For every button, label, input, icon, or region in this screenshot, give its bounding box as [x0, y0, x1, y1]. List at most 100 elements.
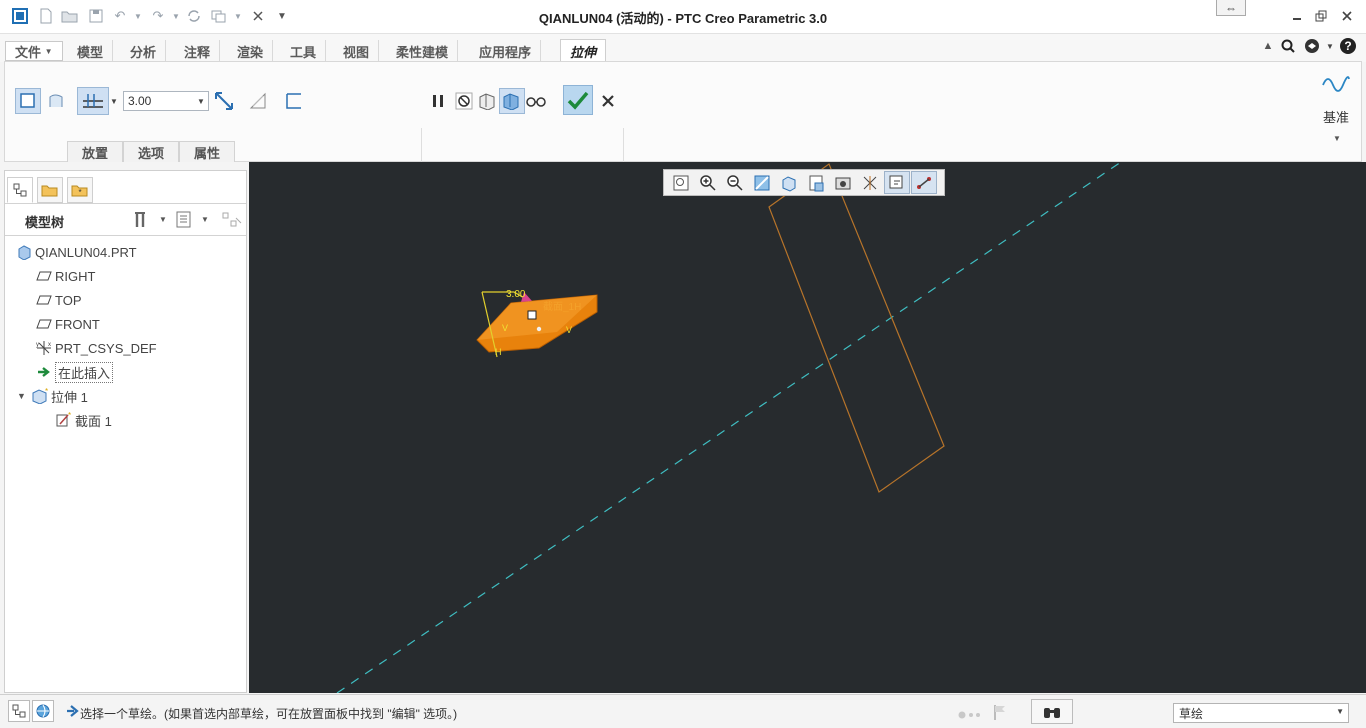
- connected-preview-icon[interactable]: [499, 88, 525, 114]
- settings-dropdown-icon[interactable]: ▼: [159, 215, 167, 224]
- depth-value-dropdown-icon[interactable]: ▼: [193, 91, 209, 111]
- part-icon: [15, 244, 33, 260]
- ok-checkmark-icon[interactable]: [563, 85, 593, 115]
- open-icon[interactable]: [60, 6, 80, 26]
- selection-filter-select[interactable]: 草绘 ▼: [1173, 703, 1349, 723]
- close-window-icon[interactable]: [248, 6, 268, 26]
- tree-item-part[interactable]: QIANLUN04.PRT: [15, 241, 137, 263]
- tab-flexible-modeling[interactable]: 柔性建模: [387, 40, 459, 62]
- drag-handle-square[interactable]: [527, 310, 537, 320]
- filter-dropdown-icon[interactable]: ▼: [1336, 707, 1344, 716]
- tree-item-extrude[interactable]: ▼ * 拉伸 1: [17, 385, 88, 407]
- tree-item-front-plane[interactable]: FRONT: [35, 313, 100, 335]
- help-icon[interactable]: ?: [1338, 36, 1358, 56]
- no-preview-icon[interactable]: [451, 88, 477, 114]
- tab-file[interactable]: 文件 ▼: [5, 41, 63, 61]
- model-canvas[interactable]: [249, 162, 1366, 693]
- datum-icon[interactable]: [1319, 68, 1353, 100]
- show-navigator-icon[interactable]: [8, 700, 30, 722]
- tab-view[interactable]: 视图: [334, 40, 380, 62]
- app-icon[interactable]: [10, 6, 30, 26]
- tree-item-csys[interactable]: yx PRT_CSYS_DEF: [35, 337, 157, 359]
- datum-label[interactable]: 基准: [1315, 107, 1357, 126]
- save-icon[interactable]: [86, 6, 106, 26]
- windows-dropdown-icon[interactable]: ▼: [228, 6, 248, 26]
- undo-dropdown-icon[interactable]: ▼: [128, 6, 148, 26]
- display-style-icon[interactable]: [776, 171, 802, 194]
- model-tree-tab-icon[interactable]: [7, 177, 33, 203]
- datum-display-icon[interactable]: [857, 171, 883, 194]
- refit-icon[interactable]: [668, 171, 694, 194]
- settings-tools-icon[interactable]: [129, 207, 155, 233]
- ribbon-tab-bar: 文件 ▼ 模型 分析 注释 渲染 工具 视图 柔性建模 应用程序 拉伸 ▲ ▼ …: [0, 34, 1366, 62]
- show-dropdown-icon[interactable]: ▼: [201, 215, 209, 224]
- depth-dimension-label[interactable]: 3.00: [506, 289, 525, 300]
- view-manager-icon[interactable]: [830, 171, 856, 194]
- zoom-in-icon[interactable]: [695, 171, 721, 194]
- regen-flag-icon[interactable]: [992, 703, 1008, 724]
- restore-icon[interactable]: [1310, 6, 1332, 26]
- search-icon[interactable]: [1278, 36, 1298, 56]
- remove-material-icon[interactable]: [245, 88, 271, 114]
- datum-dropdown-icon[interactable]: ▼: [1331, 134, 1343, 143]
- sketch-view-icon[interactable]: [884, 171, 910, 194]
- tab-annotate[interactable]: 注释: [175, 40, 221, 62]
- datum-axis-line: [336, 162, 1122, 693]
- minimize-icon[interactable]: [1286, 6, 1308, 26]
- extrude-solid-icon[interactable]: [15, 88, 41, 114]
- tree-item-top-plane[interactable]: TOP: [35, 289, 82, 311]
- thicken-sketch-icon[interactable]: [281, 88, 307, 114]
- community-dropdown-icon[interactable]: ▼: [1320, 36, 1340, 56]
- redo-icon[interactable]: ↷: [148, 6, 168, 26]
- cancel-x-icon[interactable]: [595, 88, 621, 114]
- coordinate-system-icon: yx: [35, 340, 53, 356]
- find-binoculars-icon[interactable]: [1031, 699, 1073, 724]
- tab-applications[interactable]: 应用程序: [470, 40, 542, 62]
- tree-item-section[interactable]: * 截面 1: [55, 409, 112, 431]
- undo-icon[interactable]: ↶: [110, 6, 130, 26]
- view-toolbar: [663, 169, 945, 196]
- zoom-out-icon[interactable]: [722, 171, 748, 194]
- verify-mode-icon[interactable]: [523, 88, 549, 114]
- windows-icon[interactable]: [208, 6, 228, 26]
- tab-render[interactable]: 渲染: [228, 40, 274, 62]
- saved-orientations-icon[interactable]: [803, 171, 829, 194]
- show-options-icon[interactable]: [171, 207, 197, 233]
- repaint-icon[interactable]: [749, 171, 775, 194]
- window-title: QIANLUN04 (活动的) - PTC Creo Parametric 3.…: [538, 11, 828, 26]
- depth-options-dropdown-icon[interactable]: ▼: [108, 91, 120, 111]
- extrude-surface-icon[interactable]: [43, 88, 69, 114]
- regenerate-icon[interactable]: [184, 6, 204, 26]
- favorites-tab-icon[interactable]: *: [67, 177, 93, 203]
- customize-toolbar-icon[interactable]: ▼: [272, 6, 292, 26]
- separate-preview-icon[interactable]: [475, 88, 501, 114]
- tab-model[interactable]: 模型: [68, 40, 114, 62]
- folder-browser-tab-icon[interactable]: [37, 177, 63, 203]
- tree-item-insert-here[interactable]: 在此插入: [35, 361, 114, 383]
- new-icon[interactable]: [36, 6, 56, 26]
- collapse-ribbon-icon[interactable]: ⇔: [1216, 0, 1246, 16]
- redo-dropdown-icon[interactable]: ▼: [166, 6, 186, 26]
- expand-arrow-icon[interactable]: ▼: [17, 391, 31, 401]
- ribbon-panel: ▼ ▼ 放置 选项 属性 基准 ▼: [4, 61, 1362, 162]
- tab-tools[interactable]: 工具: [281, 40, 327, 62]
- pause-icon[interactable]: [425, 88, 451, 114]
- subtab-options[interactable]: 选项: [123, 141, 179, 162]
- community-icon[interactable]: [1302, 36, 1322, 56]
- datum-plane-outline[interactable]: [768, 163, 945, 493]
- tree-filter-icon[interactable]: [219, 207, 245, 233]
- tab-analysis[interactable]: 分析: [121, 40, 167, 62]
- flip-direction-icon[interactable]: [211, 88, 237, 114]
- datum-plane-icon: [35, 316, 53, 332]
- subtab-properties[interactable]: 属性: [179, 141, 235, 162]
- collapse-up-icon[interactable]: ▲: [1258, 36, 1278, 56]
- status-message: 选择一个草绘。(如果首选内部草绘，可在放置面板中找到 "编辑" 选项。): [80, 707, 458, 721]
- close-icon[interactable]: [1336, 6, 1358, 26]
- subtab-placement[interactable]: 放置: [67, 141, 123, 162]
- depth-blind-icon[interactable]: [77, 87, 109, 115]
- show-browser-icon[interactable]: [32, 700, 54, 722]
- tab-extrude[interactable]: 拉伸: [560, 39, 607, 62]
- tree-item-right-plane[interactable]: RIGHT: [35, 265, 95, 287]
- graphics-window[interactable]: 3.00 截面_1H H V V: [249, 162, 1366, 693]
- annotation-display-icon[interactable]: [911, 171, 937, 194]
